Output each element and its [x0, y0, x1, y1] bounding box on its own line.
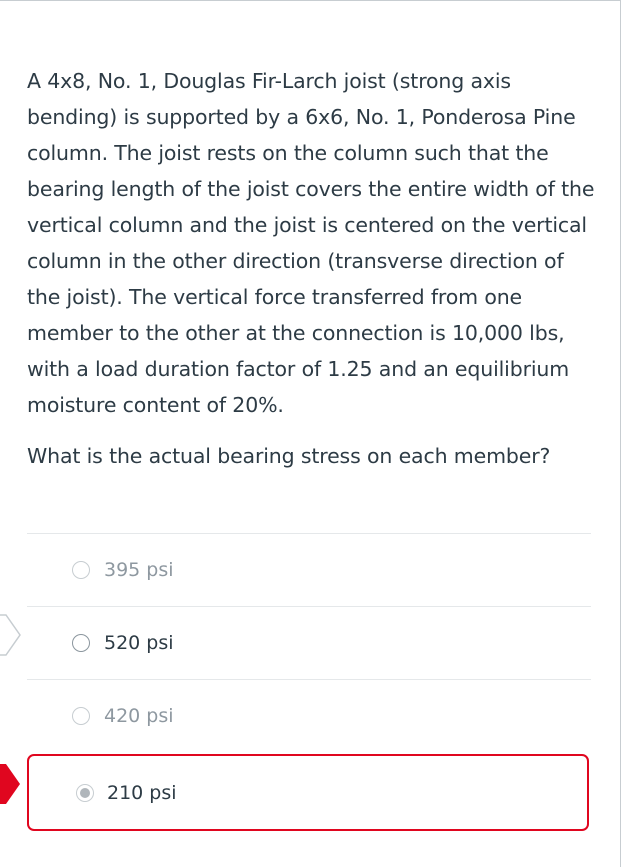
question-prompt: What is the actual bearing stress on eac…	[27, 444, 551, 468]
incorrect-answer-arrow-icon	[0, 764, 20, 804]
selected-answer-option[interactable]: 210 psi	[27, 754, 589, 831]
answer-option[interactable]: 520 psi	[27, 607, 591, 679]
answer-label: 520 psi	[104, 632, 174, 654]
answer-label: 395 psi	[104, 559, 174, 581]
quiz-question-panel: A 4x8, No. 1, Douglas Fir-Larch joist (s…	[0, 0, 621, 867]
answer-label: 420 psi	[104, 705, 174, 727]
answer-list: 395 psi 520 psi 420 psi	[27, 533, 591, 752]
question-paragraph: A 4x8, No. 1, Douglas Fir-Larch joist (s…	[27, 69, 595, 417]
radio-button[interactable]	[72, 707, 90, 725]
answer-label: 210 psi	[107, 781, 177, 804]
question-text: A 4x8, No. 1, Douglas Fir-Larch joist (s…	[27, 63, 595, 474]
radio-button[interactable]	[72, 634, 90, 652]
radio-button[interactable]	[72, 561, 90, 579]
radio-button-selected[interactable]	[76, 783, 94, 802]
correct-answer-arrow-icon	[0, 614, 21, 656]
answer-option[interactable]: 395 psi	[27, 534, 591, 606]
answer-option[interactable]: 420 psi	[27, 680, 591, 752]
